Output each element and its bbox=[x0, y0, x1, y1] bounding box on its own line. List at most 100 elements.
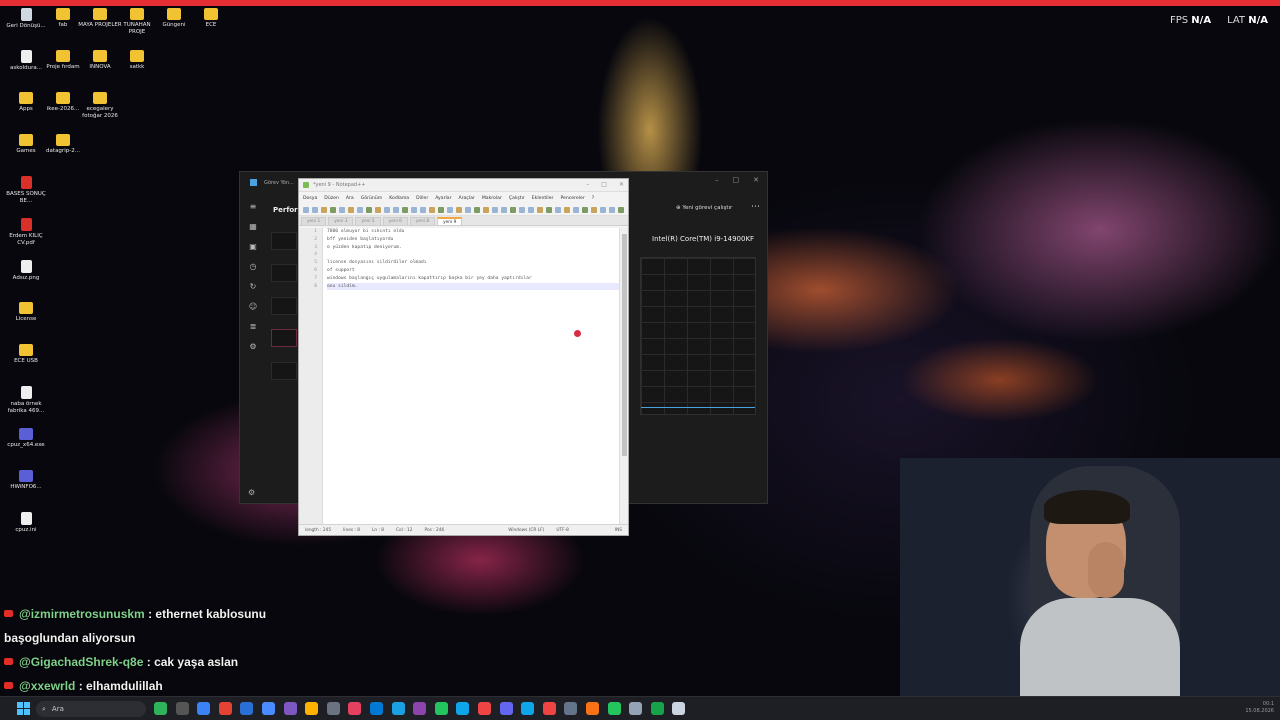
toolbar-button-icon[interactable] bbox=[483, 206, 489, 213]
code-line[interactable]: onu sildim. bbox=[327, 282, 619, 291]
document-tab[interactable]: yeni 8 bbox=[409, 217, 436, 225]
more-options-icon[interactable]: ⋯ bbox=[751, 202, 760, 212]
menu-item[interactable]: ? bbox=[592, 196, 594, 201]
toolbar-button-icon[interactable] bbox=[555, 206, 561, 213]
toolbar-button-icon[interactable] bbox=[609, 206, 615, 213]
document-tab[interactable]: yeni 5 bbox=[355, 217, 381, 225]
toolbar-button-icon[interactable] bbox=[573, 206, 579, 213]
code-line[interactable]: windows başlangıç uygulamalarını kapattı… bbox=[327, 275, 619, 283]
toolbar-button-icon[interactable] bbox=[330, 206, 336, 213]
menu-item[interactable]: Diller bbox=[416, 196, 428, 201]
taskbar-app-icon[interactable] bbox=[175, 702, 189, 715]
close-icon[interactable]: ✕ bbox=[619, 181, 624, 188]
toolbar-button-icon[interactable] bbox=[492, 206, 498, 213]
toolbar-button-icon[interactable] bbox=[537, 206, 543, 213]
taskbar-app-icon[interactable] bbox=[672, 702, 686, 715]
menu-item[interactable]: Ayarlar bbox=[435, 196, 451, 201]
toolbar-button-icon[interactable] bbox=[348, 206, 354, 213]
toolbar-button-icon[interactable] bbox=[456, 206, 462, 213]
toolbar-button-icon[interactable] bbox=[519, 206, 525, 213]
toolbar-button-icon[interactable] bbox=[402, 206, 408, 213]
toolbar-button-icon[interactable] bbox=[384, 206, 390, 213]
cpu-mini-graph[interactable] bbox=[271, 232, 297, 250]
toolbar-button-icon[interactable] bbox=[438, 206, 444, 213]
toolbar-button-icon[interactable] bbox=[339, 206, 345, 213]
taskbar-app-icon[interactable] bbox=[391, 702, 405, 715]
menu-item[interactable]: Araçlar bbox=[458, 196, 474, 201]
toolbar-button-icon[interactable] bbox=[465, 206, 471, 213]
memory-mini-graph[interactable] bbox=[271, 264, 297, 282]
taskbar-app-icon[interactable] bbox=[413, 702, 427, 715]
desktop-icon[interactable]: cpuz_x64.exe bbox=[4, 428, 48, 449]
minimize-icon[interactable]: – bbox=[715, 176, 719, 184]
desktop-icon[interactable]: naba örnek fabrika 469... bbox=[4, 386, 48, 414]
toolbar-button-icon[interactable] bbox=[366, 206, 372, 213]
toolbar-button-icon[interactable] bbox=[591, 206, 597, 213]
toolbar-button-icon[interactable] bbox=[474, 206, 480, 213]
desktop-icon[interactable]: License bbox=[4, 302, 48, 323]
close-icon[interactable]: ✕ bbox=[753, 176, 759, 184]
toolbar-button-icon[interactable] bbox=[546, 206, 552, 213]
desktop-icon[interactable]: datagrip-2... bbox=[41, 134, 85, 155]
taskbar-app-icon[interactable] bbox=[370, 702, 383, 715]
toolbar-button-icon[interactable] bbox=[357, 206, 363, 213]
toolbar-button-icon[interactable] bbox=[501, 206, 507, 213]
desktop-icon[interactable]: Adsız.png bbox=[4, 260, 48, 282]
scrollbar-thumb[interactable] bbox=[622, 234, 627, 456]
menu-item[interactable]: Çalıştır bbox=[509, 196, 525, 201]
toolbar-button-icon[interactable] bbox=[618, 206, 624, 213]
taskbar-app-icon[interactable] bbox=[262, 702, 275, 715]
system-clock[interactable]: 00:1 15.08.2026 bbox=[1245, 701, 1274, 715]
toolbar-button-icon[interactable] bbox=[375, 206, 381, 213]
desktop-icon[interactable]: satkk bbox=[115, 50, 159, 71]
taskbar-app-icon[interactable] bbox=[542, 702, 556, 715]
toolbar-button-icon[interactable] bbox=[312, 206, 318, 213]
startup-icon[interactable]: ↻ bbox=[240, 282, 266, 302]
code-line[interactable]: o yüzden kapatıp deniyorum. bbox=[327, 244, 619, 252]
taskbar-app-icon[interactable] bbox=[240, 702, 254, 715]
taskbar-app-icon[interactable] bbox=[521, 702, 535, 715]
toolbar-button-icon[interactable] bbox=[447, 206, 453, 213]
toolbar-button-icon[interactable] bbox=[321, 206, 327, 213]
menu-item[interactable]: Eklentiler bbox=[532, 196, 554, 201]
taskbar-app-icon[interactable] bbox=[499, 702, 513, 715]
document-tab[interactable]: yeni 1 bbox=[301, 217, 327, 225]
vertical-scrollbar[interactable] bbox=[619, 228, 628, 524]
processes-icon[interactable]: ▦ bbox=[240, 222, 266, 242]
toolbar-button-icon[interactable] bbox=[420, 206, 426, 213]
taskbar-app-icon[interactable] bbox=[607, 702, 621, 715]
code-line[interactable]: 7800 olmuyor bi sıkıntı oldu bbox=[327, 228, 619, 236]
document-tab[interactable]: yeni 9 bbox=[437, 217, 463, 225]
settings-gear-icon[interactable]: ⚙ bbox=[248, 488, 255, 497]
gpu-mini-graph[interactable] bbox=[271, 362, 297, 380]
taskbar-app-icon[interactable] bbox=[305, 702, 319, 715]
taskbar-app-icon[interactable] bbox=[629, 702, 643, 715]
taskbar-app-icon[interactable] bbox=[586, 702, 599, 715]
notepad-plus-plus-window[interactable]: *yeni 9 - Notepad++ – □ ✕ Dosya Düzen Ara G… bbox=[298, 178, 629, 536]
menu-item[interactable]: Pencereler bbox=[560, 196, 584, 201]
toolbar-button-icon[interactable] bbox=[600, 206, 606, 213]
taskbar-app-icon[interactable] bbox=[283, 702, 297, 715]
toolbar-button-icon[interactable] bbox=[582, 206, 588, 213]
taskbar-app-icon[interactable] bbox=[564, 702, 578, 715]
menu-item[interactable]: Düzen bbox=[324, 196, 339, 201]
taskbar-app-icon[interactable] bbox=[650, 702, 664, 715]
toolbar-button-icon[interactable] bbox=[393, 206, 399, 213]
desktop-icon[interactable]: Erdem KILIÇ CV.pdf bbox=[4, 218, 48, 246]
toolbar-button-icon[interactable] bbox=[303, 206, 309, 213]
minimize-icon[interactable]: – bbox=[586, 181, 589, 188]
maximize-icon[interactable]: □ bbox=[601, 181, 607, 188]
desktop-icon[interactable]: cpuz.ini bbox=[4, 512, 48, 534]
performance-icon[interactable]: ▣ bbox=[240, 242, 266, 262]
code-line[interactable] bbox=[327, 251, 619, 259]
desktop-icon[interactable]: ECE USB bbox=[4, 344, 48, 365]
toolbar-button-icon[interactable] bbox=[528, 206, 534, 213]
run-new-task-button[interactable]: ⊕ Yeni görevi çalıştır bbox=[676, 205, 732, 211]
menu-item[interactable]: Kodlama bbox=[389, 196, 409, 201]
toolbar-button-icon[interactable] bbox=[411, 206, 417, 213]
editor-content[interactable]: 7800 olmuyor bi sıkıntı oldu bff yeniden … bbox=[327, 228, 619, 291]
desktop-icon[interactable]: ecegalery fotoğar 2026 bbox=[78, 92, 122, 119]
code-line[interactable]: of support bbox=[327, 267, 619, 275]
document-tab[interactable]: yeni 6 bbox=[382, 217, 408, 225]
taskbar-app-icon[interactable] bbox=[478, 702, 491, 715]
